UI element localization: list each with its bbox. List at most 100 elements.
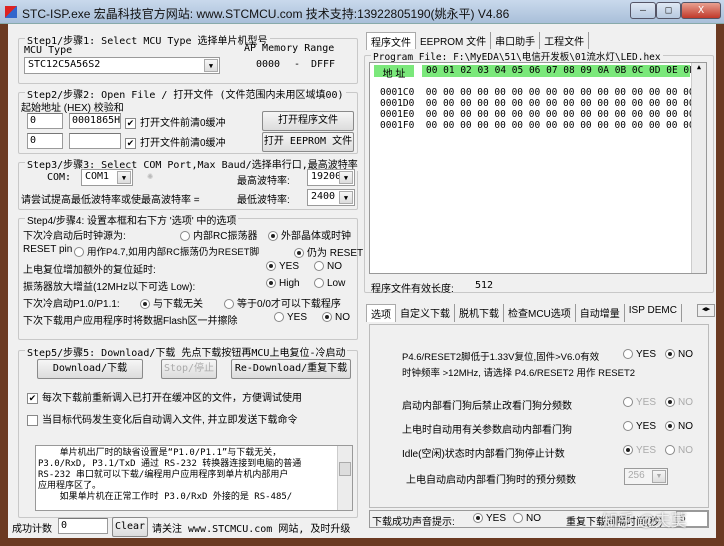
wdt-auto-no-radio[interactable]: NO — [662, 421, 693, 432]
maximize-button[interactable]: □ — [656, 2, 681, 19]
radio-selected-icon — [294, 248, 304, 259]
radio-label: 与下载无关 — [153, 299, 203, 310]
radio-selected-icon — [623, 445, 633, 456]
reset-p47-radio[interactable]: 用作P4.7,如用内部RC振荡仍为RESET脚 — [71, 244, 259, 258]
ap-dash: - — [294, 59, 301, 70]
info-line: P3.0/RxD, P3.1/TxD 通过 RS-232 转换器连接到电脑的普通 — [38, 459, 302, 469]
wdt-prescale-select[interactable]: 256 ▼ — [624, 468, 668, 485]
radio-selected-icon — [665, 421, 675, 432]
tab-check-mcu-options[interactable]: 检查MCU选项 — [504, 304, 576, 322]
radio-label: YES — [279, 261, 300, 272]
hex-scrollbar[interactable]: ▲ — [691, 63, 706, 273]
p1-independent-radio[interactable]: 与下载无关 — [137, 295, 203, 310]
tab-serial-assistant[interactable]: 串口助手 — [491, 32, 541, 50]
website-notice: 请关注 www.STCMCU.com 网站, 及时升级 — [152, 524, 351, 535]
eeprom-address-input[interactable]: 0 — [27, 133, 63, 149]
step4-group: Step4/步骤4: 设置本框和右下方 '选项' 中的选项 下次冷启动后时钟源为… — [18, 212, 363, 340]
tab-isp-demo[interactable]: ISP DEMC — [625, 304, 682, 322]
stop-button[interactable]: Stop/停止 — [161, 359, 217, 379]
redownload-button[interactable]: Re-Download/重复下载 — [231, 359, 351, 379]
radio-selected-icon — [268, 231, 278, 242]
wdt-idle-no-radio[interactable]: NO — [662, 445, 693, 456]
radio-icon — [74, 247, 84, 258]
tab-custom-download[interactable]: 自定义下载 — [396, 304, 455, 322]
info-line: 单片机出厂时的缺省设置是“P1.0/P1.1”与下载无关， — [38, 448, 282, 458]
tab-auto-increment[interactable]: 自动增量 — [576, 304, 625, 322]
close-button[interactable]: X — [681, 2, 721, 19]
com-port-select[interactable]: COM1 ▼ — [81, 169, 133, 186]
reset2-hint: 时钟频率 >12MHz, 请选择 P4.6/RESET2 用作 RESET2 — [402, 368, 636, 379]
reset-delay-yes-radio[interactable]: YES — [263, 261, 299, 272]
radio-selected-icon — [266, 261, 276, 272]
hex-view[interactable]: 地 址 00 01 02 03 04 05 06 07 08 09 0A 0B … — [369, 62, 707, 274]
radio-label: NO — [678, 349, 693, 360]
watermark: 知乎 @夫莫 — [602, 513, 687, 530]
tab-offline-download[interactable]: 脱机下载 — [455, 304, 504, 322]
gain-low-radio[interactable]: Low — [311, 278, 345, 289]
erase-yes-radio[interactable]: YES — [271, 312, 307, 323]
hex-address: 0001C0 — [380, 87, 415, 98]
chevron-down-icon: ▼ — [339, 171, 353, 184]
reset-keep-radio[interactable]: 仍为 RESET — [291, 244, 363, 259]
step4-legend: Step4/步骤4: 设置本框和右下方 '选项' 中的选项 — [25, 212, 239, 227]
checkbox-icon — [27, 414, 38, 426]
clock-external-radio[interactable]: 外部晶体或时钟 — [265, 227, 351, 242]
clear-buffer-label-1: 打开文件前清0缓冲 — [140, 118, 226, 129]
wdt-lock-yes-radio[interactable]: YES — [620, 397, 656, 408]
clock-internal-radio[interactable]: 内部RC振荡器 — [177, 227, 257, 242]
clock-source-label: 下次冷启动后时钟源为: — [23, 231, 126, 242]
app-icon — [5, 6, 17, 18]
reset2-yes-radio[interactable]: YES — [620, 349, 656, 360]
tab-project-file[interactable]: 工程文件 — [540, 32, 590, 50]
tab-options[interactable]: 选项 — [366, 304, 396, 322]
start-address-input[interactable]: 0 — [27, 113, 63, 129]
min-baud-select[interactable]: 2400 ▼ — [307, 189, 355, 206]
clear-buffer-checkbox-2[interactable]: ✔ 打开文件前清0缓冲 — [125, 134, 226, 149]
reset-delay-no-radio[interactable]: NO — [311, 261, 342, 272]
radio-label: NO — [678, 397, 693, 408]
reset-pin-label: RESET pin — [23, 244, 73, 255]
open-eeprom-file-button[interactable]: 打开 EEPROM 文件 — [262, 132, 354, 152]
erase-no-radio[interactable]: NO — [319, 312, 350, 323]
auto-reload-checkbox[interactable]: 当目标代码发生变化后自动调入文件, 并立即发送下载命令 — [27, 411, 298, 426]
wdt-auto-yes-radio[interactable]: YES — [620, 421, 656, 432]
sound-yes-radio[interactable]: YES — [470, 513, 506, 524]
clear-buffer-checkbox-1[interactable]: ✔ 打开文件前清0缓冲 — [125, 114, 226, 129]
clear-count-button[interactable]: Clear — [112, 517, 148, 537]
reload-before-download-checkbox[interactable]: ✔ 每次下载前重新调入已打开在缓冲区的文件，方便调试使用 — [27, 389, 302, 404]
info-scrollbar[interactable] — [337, 446, 352, 510]
open-program-file-button[interactable]: 打开程序文件 — [262, 111, 354, 131]
minimize-button[interactable]: — — [630, 2, 656, 19]
min-baud-label: 最低波特率: — [237, 195, 290, 206]
tab-scroll-arrows-icon[interactable]: ◀▶ — [697, 304, 715, 317]
download-button[interactable]: Download/下载 — [37, 359, 143, 379]
gain-high-radio[interactable]: High — [263, 278, 300, 289]
radio-label: 用作P4.7,如用内部RC振荡仍为RESET脚 — [87, 247, 260, 258]
checkbox-checked-icon: ✔ — [27, 392, 38, 404]
hex-bytes: 00 00 00 00 00 00 00 00 00 00 00 00 00 0… — [425, 120, 695, 131]
tab-eeprom-file[interactable]: EEPROM 文件 — [416, 32, 492, 50]
download-sound-bar: 下载成功声音提示: YES NO 重复下载间隔时间(秒) 5 知乎 @夫莫 — [369, 510, 709, 530]
title-bar: STC-ISP.exe 宏晶科技官方网站: www.STCMCU.com 技术支… — [0, 0, 724, 24]
radio-label: High — [279, 278, 300, 289]
chevron-down-icon: ▼ — [339, 191, 353, 204]
radio-selected-icon — [140, 299, 150, 310]
reset2-no-radio[interactable]: NO — [662, 349, 693, 360]
p1-zero-radio[interactable]: 等于0/0才可以下载程序 — [221, 295, 341, 310]
wdt-idle-yes-radio[interactable]: YES — [620, 445, 656, 456]
checkbox-checked-icon: ✔ — [125, 117, 136, 129]
max-baud-select[interactable]: 19200 ▼ — [307, 169, 355, 186]
info-textarea[interactable]: 单片机出厂时的缺省设置是“P1.0/P1.1”与下载无关， P3.0/RxD, P… — [35, 445, 353, 511]
mcu-type-select[interactable]: STC12C5A56S2 ▼ — [24, 57, 220, 74]
sound-no-radio[interactable]: NO — [510, 513, 541, 524]
checkbox-label: 每次下载前重新调入已打开在缓冲区的文件，方便调试使用 — [42, 393, 302, 404]
tab-program-file[interactable]: 程序文件 — [366, 32, 416, 50]
scroll-up-icon[interactable]: ▲ — [692, 63, 706, 71]
wdt-lock-no-radio[interactable]: NO — [662, 397, 693, 408]
radio-label: NO — [678, 421, 693, 432]
address-header: 地 址 — [374, 65, 414, 80]
ap-end: DFFF — [311, 59, 336, 70]
radio-icon — [623, 349, 633, 360]
start-address-label: 起始地址 (HEX) 校验和 — [21, 103, 124, 114]
radio-icon — [224, 299, 234, 310]
